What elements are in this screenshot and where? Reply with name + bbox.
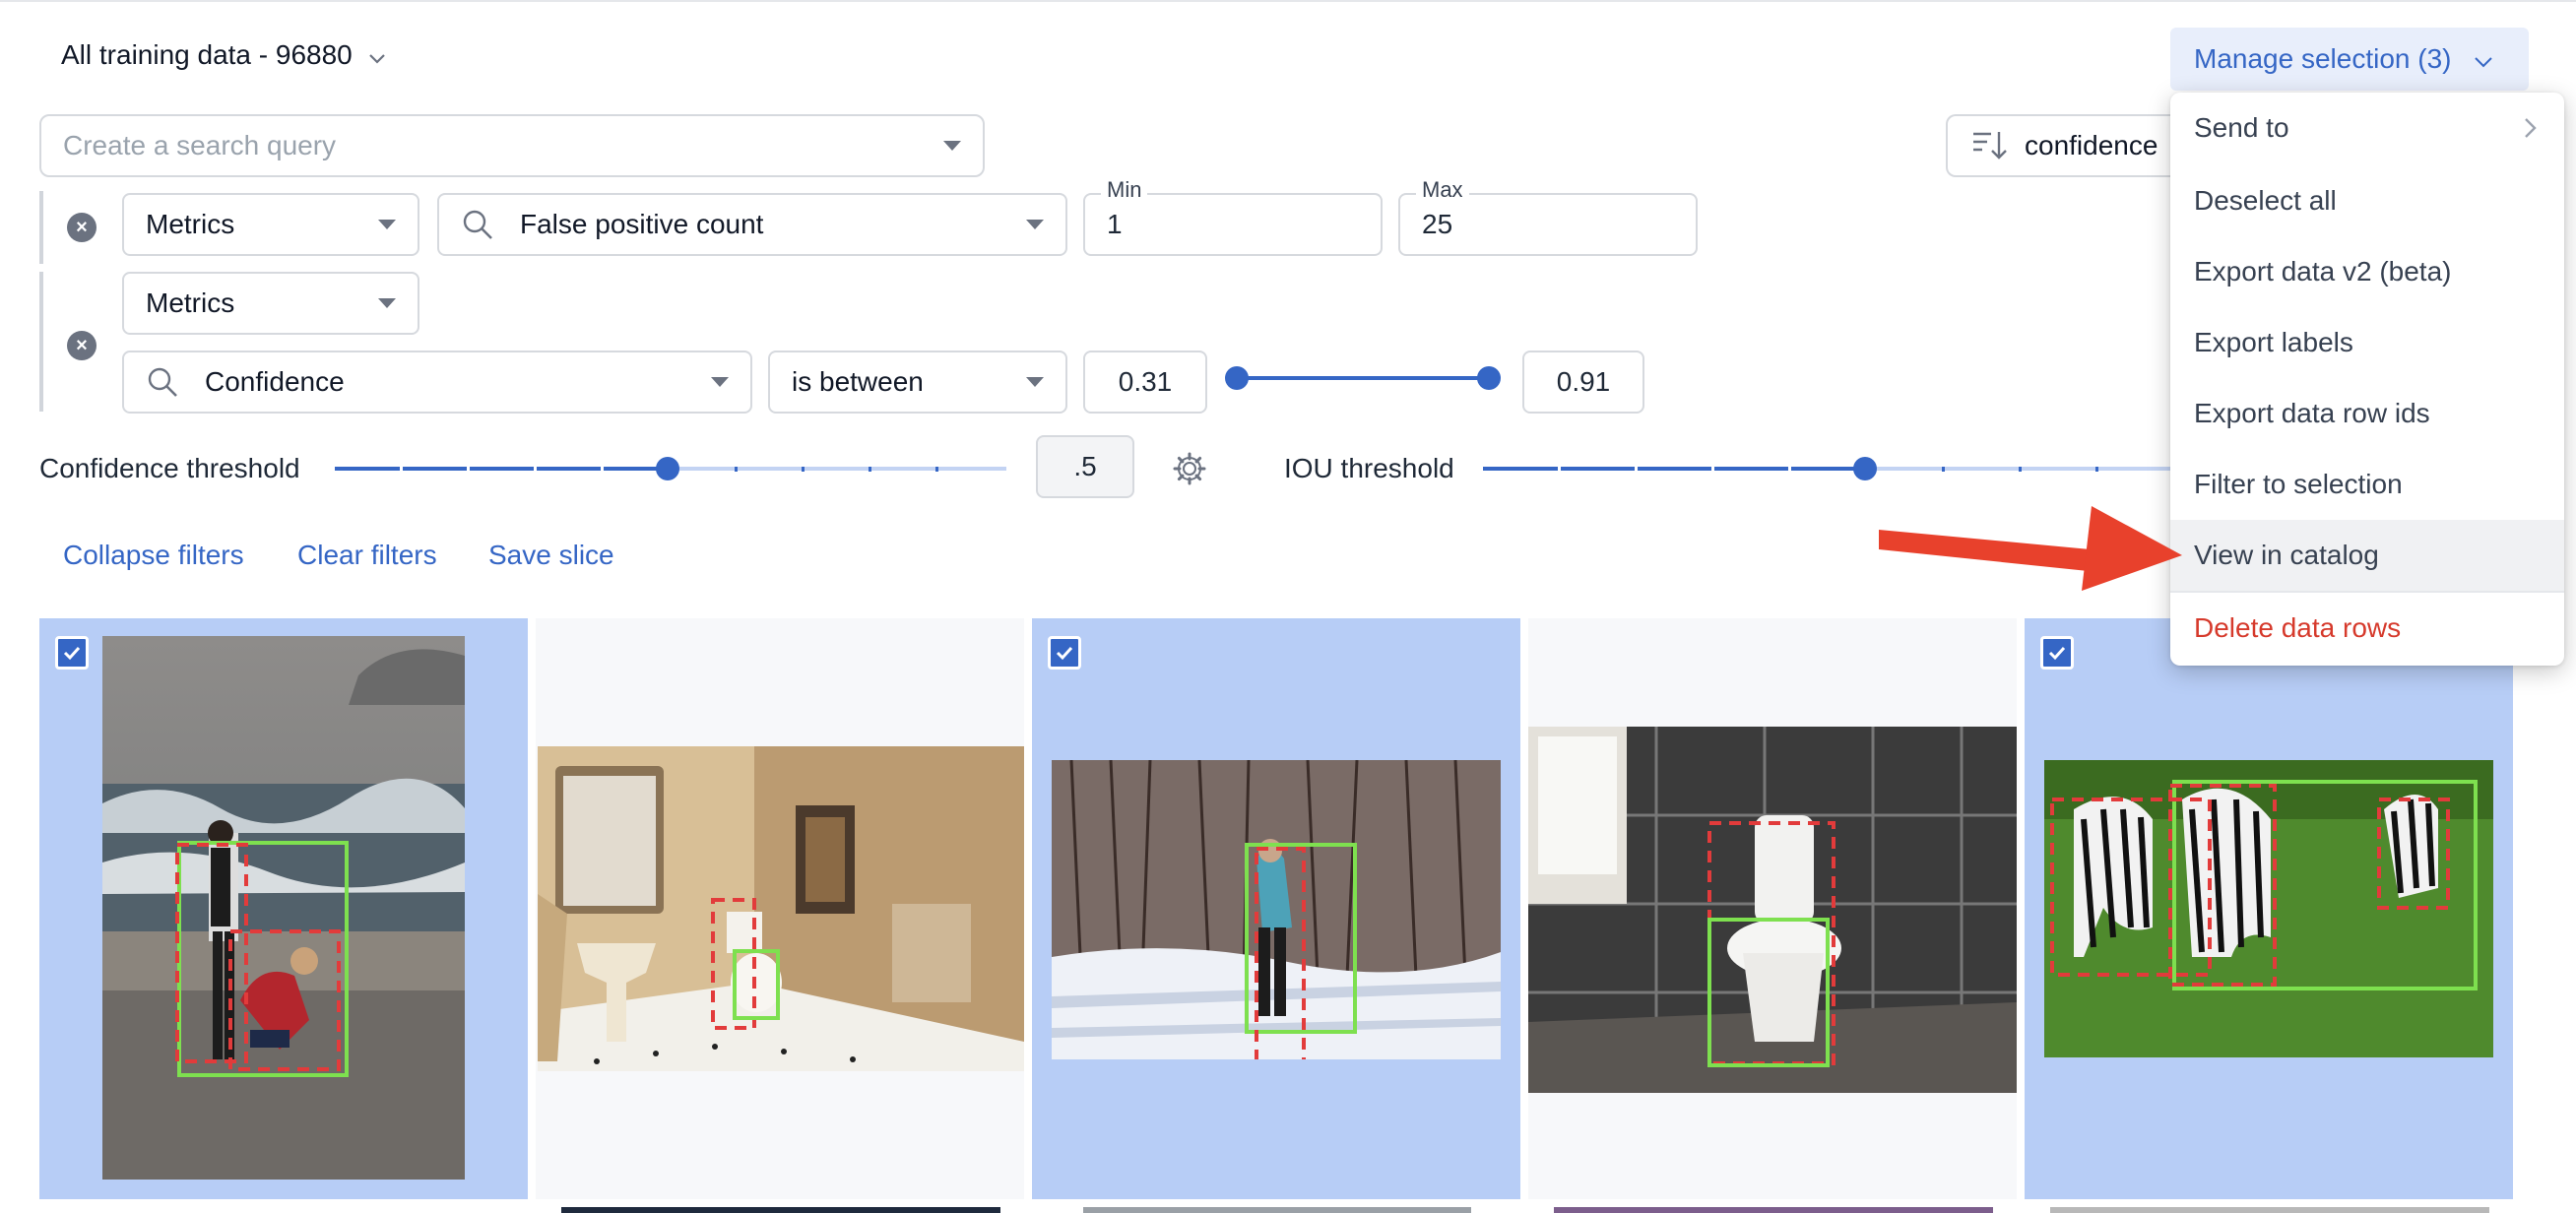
filter-row-bar <box>39 191 43 264</box>
menu-item-label: View in catalog <box>2194 540 2379 570</box>
remove-filter-icon[interactable]: × <box>67 331 97 360</box>
sort-descending-icon <box>1973 132 2007 160</box>
filter1-field-select[interactable]: Metrics <box>122 193 419 256</box>
thumbnail-image <box>538 746 1024 1071</box>
filter1-metric-select[interactable]: False positive count <box>437 193 1067 256</box>
caret-down-icon <box>378 220 396 229</box>
filter1-min-field[interactable]: 1 Min <box>1083 177 1383 256</box>
confidence-threshold-handle <box>656 457 679 480</box>
next-row-thumbnail <box>1083 1207 1471 1213</box>
menu-item-delete-data-rows[interactable]: Delete data rows <box>2170 593 2564 664</box>
min-label: Min <box>1101 177 1148 203</box>
filter2-operator-value: is between <box>792 366 924 397</box>
iou-threshold-handle <box>1853 457 1877 480</box>
dataset-title: All training data - 96880 <box>61 39 353 70</box>
menu-item-filter-to-selection[interactable]: Filter to selection <box>2170 449 2564 520</box>
thumbnail-image <box>1528 727 2017 1093</box>
chevron-right-icon <box>2525 118 2537 138</box>
card-checkbox[interactable] <box>2040 636 2074 670</box>
menu-item-view-in-catalog[interactable]: View in catalog <box>2170 520 2564 591</box>
menu-item-export-labels[interactable]: Export labels <box>2170 307 2564 378</box>
next-row-thumbnail <box>1554 1207 1993 1213</box>
confidence-threshold-value[interactable]: .5 <box>1036 435 1134 498</box>
search-query-input[interactable]: Create a search query <box>39 114 985 177</box>
confidence-threshold-slider[interactable] <box>333 451 1012 486</box>
chevron-down-icon <box>2473 48 2494 70</box>
thumbnail-image <box>102 636 465 1180</box>
search-placeholder: Create a search query <box>63 130 337 160</box>
checkmark-icon <box>2048 646 2066 661</box>
caret-down-icon <box>943 141 961 151</box>
sort-label: confidence <box>2025 130 2158 160</box>
range-high-handle <box>1477 366 1501 390</box>
menu-item-deselect-all[interactable]: Deselect all <box>2170 165 2564 236</box>
remove-filter-icon[interactable]: × <box>67 213 97 242</box>
filter1-field-value: Metrics <box>146 209 235 239</box>
menu-item-export-data-v2[interactable]: Export data v2 (beta) <box>2170 236 2564 307</box>
clear-filters-link[interactable]: Clear filters <box>297 540 437 571</box>
gallery-card-toilet[interactable] <box>1528 618 2017 1199</box>
menu-item-label: Filter to selection <box>2194 469 2403 499</box>
next-row-thumbnail <box>561 1207 1000 1213</box>
range-low-input[interactable]: 0.31 <box>1083 351 1207 414</box>
filter-row-bar <box>39 272 43 412</box>
gallery-card-zebras[interactable] <box>2025 618 2513 1199</box>
app-root: All training data - 96880 Manage selecti… <box>0 0 2576 1213</box>
checkmark-icon <box>63 646 81 661</box>
menu-item-label: Export data row ids <box>2194 398 2430 428</box>
caret-down-icon <box>711 377 729 387</box>
range-low-handle <box>1225 366 1249 390</box>
max-label: Max <box>1416 177 1469 203</box>
menu-item-label: Deselect all <box>2194 185 2337 216</box>
caret-down-icon <box>378 298 396 308</box>
next-row-thumbnail <box>2050 1207 2489 1213</box>
caret-down-icon <box>1026 377 1044 387</box>
search-icon <box>463 210 492 239</box>
dataset-selector[interactable]: All training data - 96880 <box>61 39 388 71</box>
thumbnail-image <box>1052 760 1501 1059</box>
manage-selection-label: Manage selection (3) <box>2194 43 2452 74</box>
gallery-card-beach[interactable] <box>39 618 528 1199</box>
chevron-down-icon <box>366 44 388 66</box>
save-slice-link[interactable]: Save slice <box>488 540 614 571</box>
menu-item-label: Export labels <box>2194 327 2353 357</box>
thumbnail-image <box>2044 760 2493 1057</box>
filter2-metric-select[interactable]: Confidence <box>122 351 752 414</box>
menu-item-label: Delete data rows <box>2194 612 2402 643</box>
search-icon <box>148 367 177 397</box>
iou-threshold-label: IOU threshold <box>1284 453 1454 483</box>
confidence-threshold-label: Confidence threshold <box>39 453 300 483</box>
gear-icon[interactable] <box>1172 451 1207 486</box>
annotation-arrow-icon <box>1879 506 2182 591</box>
sort-selector[interactable]: confidence <box>1946 114 2192 177</box>
manage-selection-button[interactable]: Manage selection (3) <box>2170 28 2529 91</box>
menu-item-label: Export data v2 (beta) <box>2194 256 2452 287</box>
filter2-field-value: Metrics <box>146 287 235 318</box>
range-high-input[interactable]: 0.91 <box>1522 351 1644 414</box>
caret-down-icon <box>1026 220 1044 229</box>
gallery-card-bathroom[interactable] <box>536 618 1024 1199</box>
iou-threshold-slider[interactable] <box>1481 451 2190 486</box>
card-checkbox[interactable] <box>55 636 89 670</box>
gallery-card-snow[interactable] <box>1032 618 1520 1199</box>
collapse-filters-link[interactable]: Collapse filters <box>63 540 244 571</box>
menu-item-export-data-row-ids[interactable]: Export data row ids <box>2170 378 2564 449</box>
card-checkbox[interactable] <box>1048 636 1081 670</box>
filter2-field-select[interactable]: Metrics <box>122 272 419 335</box>
manage-selection-menu: Send to Deselect all Export data v2 (bet… <box>2170 93 2564 666</box>
filter2-operator-select[interactable]: is between <box>768 351 1067 414</box>
filter2-metric-value: Confidence <box>205 366 345 397</box>
menu-item-send-to[interactable]: Send to <box>2170 93 2564 163</box>
range-slider[interactable] <box>1219 360 1505 400</box>
filter1-metric-value: False positive count <box>520 209 764 239</box>
menu-item-label: Send to <box>2194 112 2289 143</box>
checkmark-icon <box>1056 646 1073 661</box>
filter1-max-field[interactable]: 25 Max <box>1398 177 1698 256</box>
